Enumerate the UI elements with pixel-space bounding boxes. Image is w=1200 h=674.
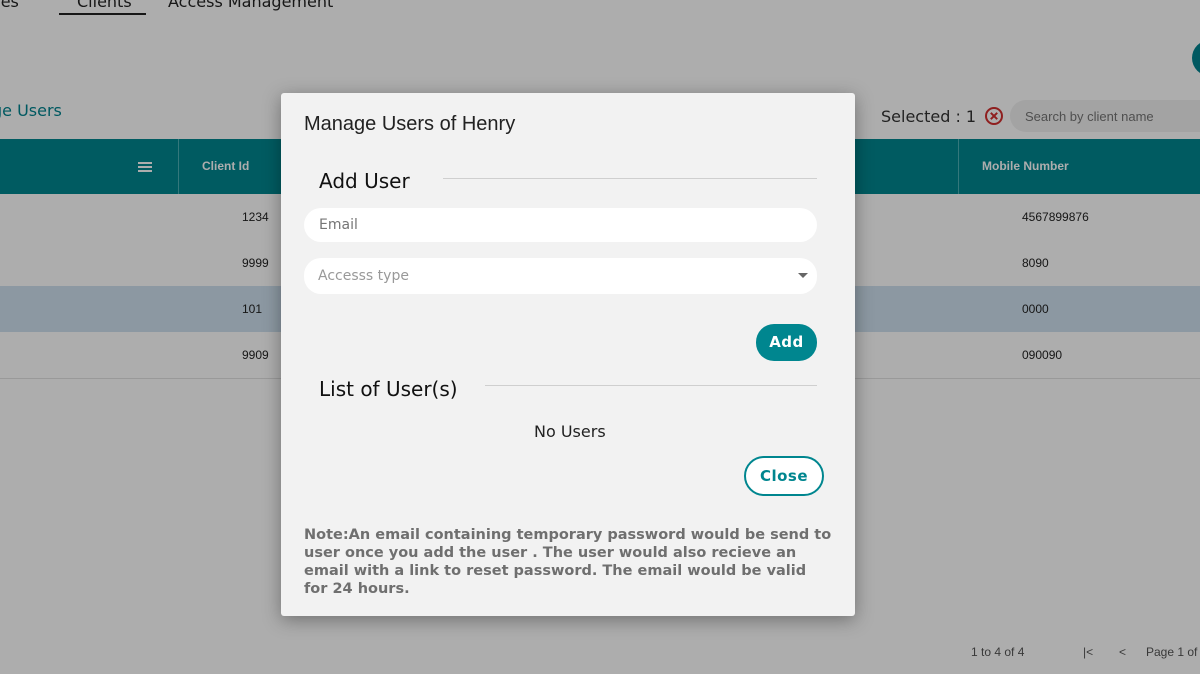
section-divider [485,385,817,386]
no-users-message: No Users [534,422,606,441]
dialog-title: Manage Users of Henry [304,113,516,135]
section-divider [443,178,817,179]
email-input[interactable] [304,208,817,242]
add-user-heading: Add User [319,169,410,193]
access-type-select[interactable]: Accesss type [304,258,817,294]
note-text: Note:An email containing temporary passw… [304,527,832,597]
list-users-heading: List of User(s) [319,377,458,401]
dropdown-caret-icon [798,273,808,278]
add-button[interactable]: Add [756,324,817,361]
access-type-placeholder: Accesss type [318,268,409,284]
close-button[interactable]: Close [744,456,824,496]
manage-users-dialog: Manage Users of Henry Add User Accesss t… [281,93,855,616]
